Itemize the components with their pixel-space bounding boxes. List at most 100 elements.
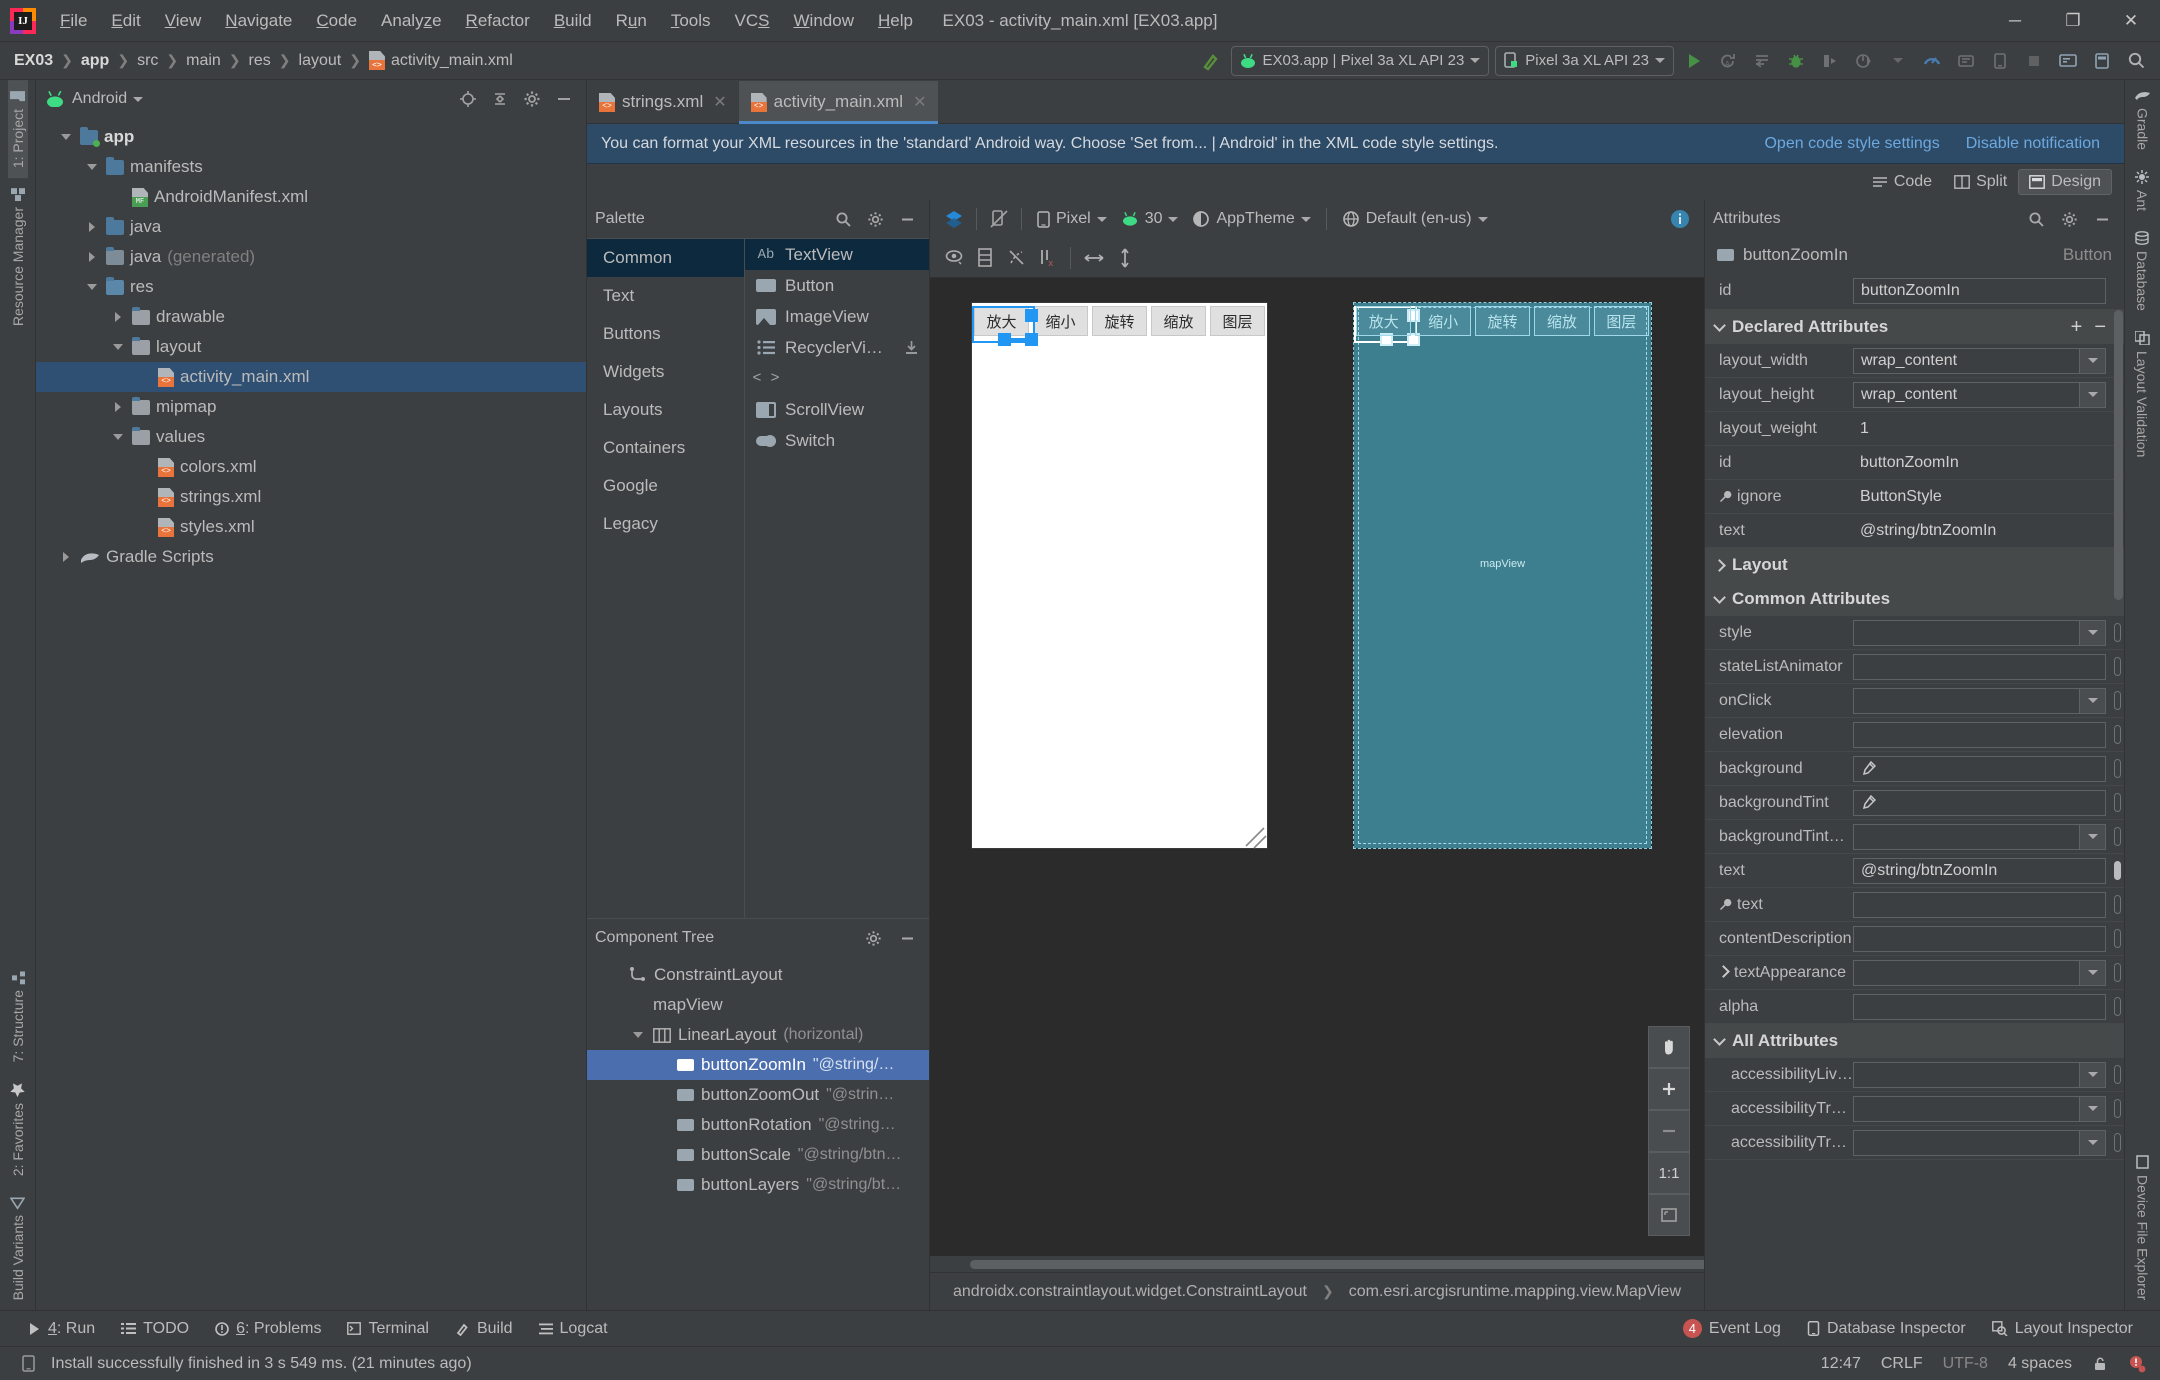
run-icon[interactable]: [1680, 47, 1708, 75]
editor-mode-bar[interactable]: Code Split Design: [587, 164, 2124, 200]
zoom-to-fit-icon[interactable]: [1648, 1194, 1690, 1236]
preview-button-1[interactable]: 缩小: [1033, 306, 1088, 336]
chevron-down-icon[interactable]: [84, 279, 100, 295]
build-hammer-icon[interactable]: [1197, 47, 1225, 75]
attribute-input[interactable]: [1853, 721, 2106, 748]
autoconnect-icon[interactable]: [971, 244, 999, 272]
chevron-down-icon[interactable]: [2080, 1061, 2106, 1088]
tool-button-resource-manager[interactable]: Resource Manager: [8, 178, 28, 336]
palette-item-scrollview[interactable]: ScrollView: [745, 394, 929, 425]
orientation-icon[interactable]: [985, 205, 1013, 233]
download-icon[interactable]: [904, 340, 919, 355]
tool-window-build[interactable]: Build: [442, 1314, 526, 1344]
chevron-down-icon[interactable]: [110, 429, 126, 445]
attribute-row-accessibilitylive-[interactable]: accessibilityLive…: [1705, 1058, 2124, 1092]
attributes-section-declared-attributes[interactable]: Declared Attributes + −: [1705, 310, 2124, 344]
tool-button-7--structure[interactable]: 7: Structure: [8, 961, 28, 1072]
blueprint-button-4[interactable]: 图层: [1593, 306, 1650, 336]
chevron-down-icon[interactable]: [1168, 216, 1179, 222]
mode-code-button[interactable]: Code: [1861, 169, 1943, 195]
blueprint-button-0[interactable]: 放大: [1356, 306, 1412, 336]
tool-window-logcat[interactable]: Logcat: [526, 1314, 621, 1344]
preview-button-0[interactable]: 放大: [974, 306, 1029, 336]
component-tree-item-buttonzoomin[interactable]: buttonZoomIn "@string/…: [587, 1050, 929, 1080]
attribute-row-id[interactable]: id buttonZoomIn: [1705, 446, 2124, 480]
design-surface-toolbar[interactable]: Pixel 30 AppTheme Default (en-us): [930, 200, 1704, 238]
palette-item--fragment-[interactable]: < >: [745, 363, 929, 394]
project-tree-item-java[interactable]: java: [36, 212, 586, 242]
menu-edit[interactable]: Edit: [99, 7, 152, 35]
preview-canvas[interactable]: 放大 缩小 旋转 缩放 图层 放大 缩小 旋转 缩放 图层 mapView 1:…: [930, 278, 1704, 1256]
breadcrumb-item-main[interactable]: main: [184, 50, 223, 72]
menu-analyze[interactable]: Analyze: [369, 7, 454, 35]
component-tree-item-buttonscale[interactable]: buttonScale "@string/btn…: [587, 1140, 929, 1170]
project-tree-item-androidmanifest-xml[interactable]: MF AndroidManifest.xml: [36, 182, 586, 212]
pan-hand-icon[interactable]: [1648, 1026, 1690, 1068]
palette-item-button[interactable]: Button: [745, 270, 929, 301]
theme-dropdown[interactable]: AppTheme: [1185, 207, 1317, 231]
project-tree-item-values[interactable]: values: [36, 422, 586, 452]
attribute-row-contentdescription[interactable]: contentDescription: [1705, 922, 2124, 956]
tool-button-ant[interactable]: Ant: [2132, 160, 2152, 221]
stop-icon[interactable]: [2020, 47, 2048, 75]
chevron-down-icon[interactable]: [1713, 591, 1726, 604]
attribute-row-backgroundtint[interactable]: backgroundTint: [1705, 786, 2124, 820]
attribute-row-onclick[interactable]: onClick: [1705, 684, 2124, 718]
design-surface-mode-icon[interactable]: [940, 205, 968, 233]
tool-window-event-log[interactable]: 4 Event Log: [1670, 1314, 1794, 1344]
attribute-row-ignore[interactable]: ignore ButtonStyle: [1705, 480, 2124, 514]
layout-editor-icon[interactable]: [2088, 47, 2116, 75]
tool-button-device-file-explorer[interactable]: Device File Explorer: [2133, 1145, 2153, 1310]
chevron-down-icon[interactable]: [2080, 959, 2106, 986]
chevron-down-icon[interactable]: [1477, 216, 1488, 222]
breadcrumb-item-ex03[interactable]: EX03: [12, 50, 55, 72]
project-tree-item-colors-xml[interactable]: <> colors.xml: [36, 452, 586, 482]
project-tree-item-activity-main-xml[interactable]: <> activity_main.xml: [36, 362, 586, 392]
attributes-section-common-attributes[interactable]: Common Attributes: [1705, 582, 2124, 616]
chevron-right-icon[interactable]: [84, 249, 100, 265]
palette-item-imageview[interactable]: ImageView: [745, 301, 929, 332]
attr-row-id[interactable]: id buttonZoomIn: [1705, 272, 2124, 310]
locale-dropdown[interactable]: Default (en-us): [1335, 207, 1495, 231]
attribute-row-textappearance[interactable]: textAppearance: [1705, 956, 2124, 990]
palette-item-list[interactable]: Ab TextView Button ImageView RecyclerVi… < > S…: [745, 239, 929, 918]
menu-vcs[interactable]: VCS: [723, 7, 782, 35]
breadcrumb[interactable]: EX03 ❯ app ❯ src ❯ main ❯ res ❯ layout ❯ <> activity_…: [12, 49, 515, 72]
surface-breadcrumb[interactable]: androidx.constraintlayout.widget.Constra…: [930, 1272, 1704, 1310]
chevron-right-icon[interactable]: [110, 309, 126, 325]
settings-gear-icon[interactable]: [518, 85, 546, 113]
attribute-input[interactable]: [1853, 1061, 2080, 1088]
attribute-row-layout-height[interactable]: layout_height wrap_content: [1705, 378, 2124, 412]
zoom-out-icon[interactable]: [1648, 1110, 1690, 1152]
breadcrumb-item-activity-main-xml[interactable]: <> activity_main.xml: [367, 49, 515, 72]
device-dropdown[interactable]: Pixel: [1030, 207, 1114, 231]
palette-category-buttons[interactable]: Buttons: [587, 315, 744, 353]
match-height-icon[interactable]: [1111, 244, 1139, 272]
breadcrumb-item-res[interactable]: res: [247, 50, 273, 72]
close-icon[interactable]: ✕: [713, 92, 726, 112]
tool-window-right-buttons[interactable]: 4 Event Log Database Inspector Layout Inspe…: [1670, 1314, 2146, 1344]
preview-button-2[interactable]: 旋转: [1092, 306, 1147, 336]
run-configuration-selector[interactable]: EX03.app | Pixel 3a XL API 23: [1231, 45, 1490, 76]
info-icon[interactable]: [1666, 205, 1694, 233]
match-width-icon[interactable]: [1080, 244, 1108, 272]
show-constraints-icon[interactable]: [940, 244, 968, 272]
menu-file[interactable]: File: [48, 7, 99, 35]
attribute-input[interactable]: [1853, 891, 2106, 918]
debug-icon[interactable]: [1782, 47, 1810, 75]
attribute-value[interactable]: buttonZoomIn: [1853, 449, 2106, 476]
menu-window[interactable]: Window: [782, 7, 866, 35]
editor-tab-strings-xml[interactable]: <> strings.xml ✕: [587, 81, 739, 123]
attribute-input[interactable]: [1853, 823, 2080, 850]
profile-icon[interactable]: [1850, 47, 1878, 75]
chevron-right-icon[interactable]: [58, 549, 74, 565]
palette-category-text[interactable]: Text: [587, 277, 744, 315]
chevron-down-icon[interactable]: [2080, 381, 2106, 408]
menu-run[interactable]: Run: [604, 7, 659, 35]
remove-attribute-button[interactable]: −: [2094, 317, 2106, 337]
hide-icon[interactable]: [2088, 205, 2116, 233]
component-tree-item-constraintlayout[interactable]: ConstraintLayout: [587, 960, 929, 990]
chevron-down-icon[interactable]: [1300, 216, 1311, 222]
tool-window-layout-inspector[interactable]: Layout Inspector: [1979, 1314, 2146, 1344]
tool-window-4--run[interactable]: 4: Run: [14, 1314, 108, 1344]
